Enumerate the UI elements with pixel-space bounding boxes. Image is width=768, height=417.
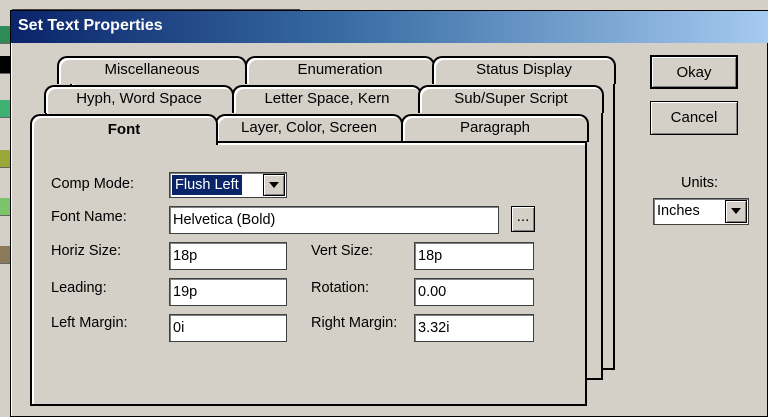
rotation-field[interactable]: 0.00 — [414, 278, 534, 306]
left-margin-label: Left Margin: — [51, 315, 128, 331]
rotation-label: Rotation: — [311, 280, 370, 296]
tab-status-display[interactable]: Status Display — [432, 56, 616, 84]
vert-size-label: Vert Size: — [311, 243, 374, 259]
vert-size-field[interactable]: 18p — [414, 242, 534, 270]
font-browse-button[interactable]: ... — [511, 206, 535, 232]
background-window-edge — [0, 0, 300, 10]
right-margin-label: Right Margin: — [311, 315, 398, 331]
units-dropdown-button[interactable] — [725, 200, 747, 223]
horiz-size-field[interactable]: 18p — [169, 242, 287, 270]
comp-mode-label: Comp Mode: — [51, 176, 135, 192]
left-margin-field[interactable]: 0i — [169, 314, 287, 342]
chevron-down-icon — [269, 182, 279, 188]
font-name-label: Font Name: — [51, 209, 127, 225]
leading-field[interactable]: 19p — [169, 278, 287, 306]
comp-mode-dropdown-button[interactable] — [263, 174, 285, 196]
okay-button[interactable]: Okay — [650, 55, 738, 89]
cancel-button[interactable]: Cancel — [650, 101, 738, 135]
comp-mode-selected-value: Flush Left — [171, 174, 243, 196]
tab-font[interactable]: Font — [30, 114, 218, 145]
tab-sub-super-script[interactable]: Sub/Super Script — [418, 85, 604, 113]
tab-letter-space-kern[interactable]: Letter Space, Kern — [232, 85, 422, 113]
right-margin-field[interactable]: 3.32i — [414, 314, 534, 342]
font-name-field[interactable]: Helvetica (Bold) — [169, 206, 499, 234]
tab-enumeration[interactable]: Enumeration — [245, 56, 435, 84]
horiz-size-label: Horiz Size: — [51, 243, 122, 259]
chevron-down-icon — [731, 208, 741, 214]
dialog-title: Set Text Properties — [18, 17, 163, 34]
tab-layer-color-screen[interactable]: Layer, Color, Screen — [215, 114, 403, 142]
leading-label: Leading: — [51, 280, 107, 296]
tab-paragraph[interactable]: Paragraph — [401, 114, 589, 142]
tab-miscellaneous[interactable]: Miscellaneous — [57, 56, 247, 84]
units-label: Units: — [681, 175, 719, 191]
tab-hyph-word-space[interactable]: Hyph, Word Space — [44, 85, 234, 113]
